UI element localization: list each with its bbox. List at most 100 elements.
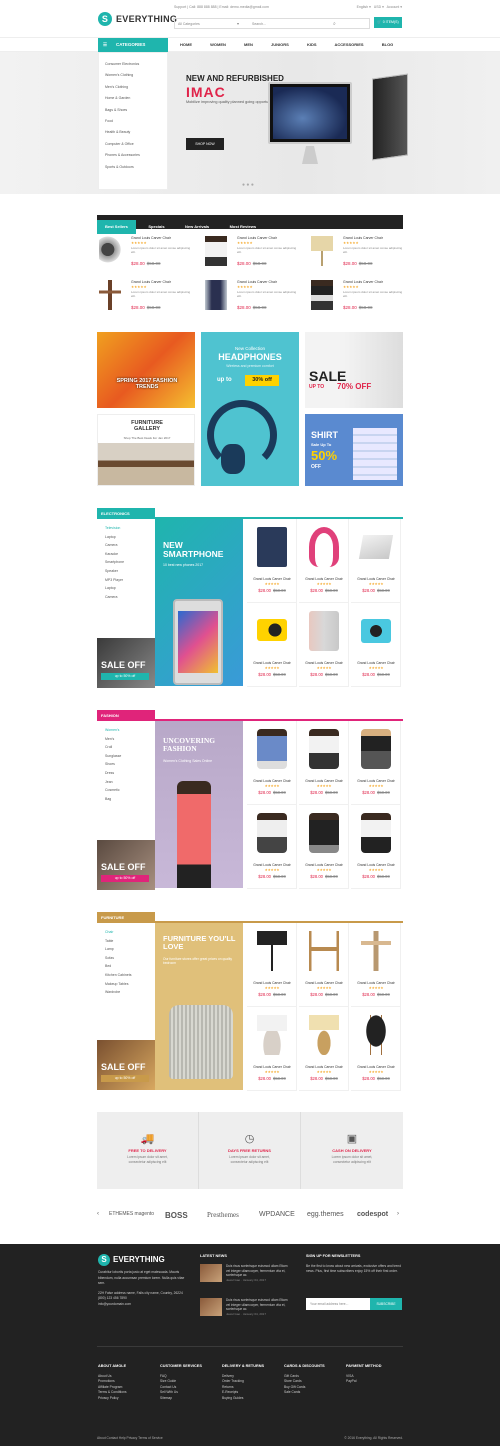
nav-women[interactable]: WOMEN	[210, 42, 226, 47]
news-item[interactable]: Duis risus scelerisque euismod ullam Eti…	[200, 1298, 292, 1318]
footer-logo[interactable]: S EVERYTHING	[98, 1254, 165, 1266]
brand-logo[interactable]: ETHEMES magento	[109, 1211, 154, 1217]
product-card[interactable]: Grand Louis Carver Chair ★★★★★ Lorem ips…	[203, 234, 303, 274]
top-links[interactable]: English ▾ USD ▾ Account ▾	[357, 5, 402, 9]
site-logo[interactable]: S EVERYTHING	[98, 12, 177, 26]
category-item[interactable]: Consumer Electronics	[105, 62, 161, 73]
brand-logo[interactable]: Presthemes	[207, 1211, 239, 1219]
product-card[interactable]: Grand Louis Carver Chair ★★★★★ $28.00 $58.0…	[247, 805, 297, 889]
category-link[interactable]: Sofas	[105, 956, 147, 965]
category-link[interactable]: Dress	[105, 771, 147, 780]
category-link[interactable]: Karaoke	[105, 552, 147, 561]
subscribe-button[interactable]: SUBSCRIBE	[370, 1298, 402, 1310]
sale-off-banner[interactable]: SALE OFF up to 50% off	[97, 638, 155, 688]
category-link[interactable]: Kitchen Cabinets	[105, 973, 147, 982]
footer-link[interactable]: Terms & Conditions	[98, 1390, 127, 1396]
news-item[interactable]: Duis risus scelerisque euismod ullam Eti…	[200, 1264, 292, 1284]
footer-link[interactable]: Privacy Policy	[98, 1396, 127, 1402]
footer-bottom-links[interactable]: About Contact Help Privacy Terms of Serv…	[97, 1436, 163, 1440]
category-link[interactable]: Camera	[105, 595, 147, 604]
footer-link[interactable]: Sale Cards	[284, 1390, 325, 1396]
category-link[interactable]: Camera	[105, 543, 147, 552]
product-card[interactable]: Grand Louis Carver Chair ★★★★★ $28.00 $58.0…	[299, 603, 349, 687]
fashion-promo[interactable]: UNCOVERING FASHION Women's Clothing Sale…	[155, 721, 243, 888]
category-link[interactable]: Laptop	[105, 535, 147, 544]
chevron-left-icon[interactable]: ‹	[97, 1211, 99, 1217]
brand-logo[interactable]: WPDANCE	[259, 1211, 295, 1218]
product-card[interactable]: Grand Louis Carver Chair ★★★★★ $28.00 $58.0…	[299, 1007, 349, 1091]
product-card[interactable]: Grand Louis Carver Chair ★★★★★ $28.00 $58.0…	[299, 721, 349, 805]
shop-now-button[interactable]: SHOP NOW	[186, 138, 224, 150]
product-card[interactable]: Grand Louis Carver Chair ★★★★★ Lorem ips…	[203, 278, 303, 318]
sale-banner[interactable]: SALE UP TO 70% OFF	[305, 332, 403, 408]
category-link[interactable]: Lamp	[105, 947, 147, 956]
tab-most-reviews[interactable]: Most Reviews	[222, 220, 264, 234]
search-input[interactable]: Search...	[252, 22, 266, 26]
category-link[interactable]: Chair	[105, 930, 147, 939]
footer-email-link[interactable]: info@yourdomain.com	[98, 1302, 190, 1308]
category-link[interactable]: MP3 Player	[105, 578, 147, 587]
slider-dots[interactable]: ● ● ●	[242, 182, 254, 188]
product-card[interactable]: Grand Louis Carver Chair ★★★★★ $28.00 $58.0…	[247, 923, 297, 1007]
product-card[interactable]: Grand Louis Carver Chair ★★★★★ $28.00 $58.0…	[351, 519, 401, 603]
category-link[interactable]: Cosmetic	[105, 788, 147, 797]
furniture-promo[interactable]: FURNITURE YOU'LL LOVE Our furniture stor…	[155, 923, 243, 1090]
product-card[interactable]: Grand Louis Carver Chair ★★★★★ $28.00 $58.0…	[351, 603, 401, 687]
brand-logo[interactable]: egg.themes	[307, 1211, 344, 1218]
tab-best-sellers[interactable]: Best Sellers	[97, 220, 136, 234]
search-icon[interactable]: ⌕	[333, 21, 336, 27]
brand-logo[interactable]: codespot	[357, 1211, 388, 1218]
category-item[interactable]: Food	[105, 119, 161, 130]
category-link[interactable]: Women's	[105, 728, 147, 737]
sale-off-banner[interactable]: SALE OFF up to 50% off	[97, 840, 155, 890]
product-card[interactable]: Grand Louis Carver Chair ★★★★★ $28.00 $58.0…	[351, 1007, 401, 1091]
category-link[interactable]: Table	[105, 939, 147, 948]
chevron-right-icon[interactable]: ›	[397, 1211, 399, 1217]
category-link[interactable]: Bag	[105, 797, 147, 806]
category-link[interactable]: Men's	[105, 737, 147, 746]
sale-off-banner[interactable]: SALE OFF up to 50% off	[97, 1040, 155, 1090]
nav-men[interactable]: MEN	[244, 42, 253, 47]
tab-new-arrivals[interactable]: New Arrivals	[177, 220, 217, 234]
footer-link[interactable]: Sitemap	[160, 1396, 202, 1402]
category-link[interactable]: Wardrobe	[105, 990, 147, 999]
category-link[interactable]: Laptop	[105, 586, 147, 595]
product-card[interactable]: Grand Louis Carver Chair ★★★★★ Lorem ips…	[309, 234, 409, 274]
product-card[interactable]: Grand Louis Carver Chair ★★★★★ Lorem ips…	[97, 278, 197, 318]
nav-home[interactable]: HOME	[180, 42, 192, 47]
category-item[interactable]: Phones & Accessories	[105, 153, 161, 164]
product-card[interactable]: Grand Louis Carver Chair ★★★★★ $28.00 $58.0…	[247, 519, 297, 603]
product-card[interactable]: Grand Louis Carver Chair ★★★★★ $28.00 $58.0…	[299, 923, 349, 1007]
category-link[interactable]: Speaker	[105, 569, 147, 578]
spring-fashion-banner[interactable]: SPRING 2017 FASHION TRENDS	[97, 332, 195, 408]
search-bar[interactable]: All Categories ▾ Search... ⌕	[174, 18, 370, 29]
newsletter-email-input[interactable]: Your email address here...	[306, 1298, 370, 1310]
headphones-banner[interactable]: New Collection HEADPHONES Wireless and p…	[201, 332, 299, 486]
category-item[interactable]: Health & Beauty	[105, 130, 161, 141]
nav-kids[interactable]: KIDS	[307, 42, 317, 47]
product-card[interactable]: Grand Louis Carver Chair ★★★★★ Lorem ips…	[97, 234, 197, 274]
category-item[interactable]: Computer & Office	[105, 142, 161, 153]
category-link[interactable]: Makeup Tables	[105, 982, 147, 991]
product-card[interactable]: Grand Louis Carver Chair ★★★★★ $28.00 $58.0…	[351, 721, 401, 805]
nav-accessories[interactable]: ACCESSORIES	[334, 42, 363, 47]
brand-logo[interactable]: BOSS	[165, 1211, 188, 1220]
category-item[interactable]: Home & Garden	[105, 96, 161, 107]
category-item[interactable]: Sports & Outdoors	[105, 165, 161, 176]
furniture-gallery-banner[interactable]: FURNITURE GALLERY Shop The Best Deals Fo…	[97, 414, 195, 486]
categories-toggle[interactable]: ☰ CATEGORIES	[98, 38, 168, 52]
category-link[interactable]: Smartphone	[105, 560, 147, 569]
category-link[interactable]: Shoes	[105, 762, 147, 771]
category-link[interactable]: Jean	[105, 780, 147, 789]
product-card[interactable]: Grand Louis Carver Chair ★★★★★ $28.00 $58.0…	[247, 1007, 297, 1091]
category-item[interactable]: Men's Clothing	[105, 85, 161, 96]
shirt-banner[interactable]: SHIRT Sale Up To 50% OFF	[305, 414, 403, 486]
product-card[interactable]: Grand Louis Carver Chair ★★★★★ $28.00 $58.0…	[299, 805, 349, 889]
product-card[interactable]: Grand Louis Carver Chair ★★★★★ $28.00 $58.0…	[351, 923, 401, 1007]
footer-link[interactable]: Buying Guides	[222, 1396, 264, 1402]
tab-specials[interactable]: Specials	[140, 220, 172, 234]
product-card[interactable]: Grand Louis Carver Chair ★★★★★ $28.00 $58.0…	[247, 721, 297, 805]
product-card[interactable]: Grand Louis Carver Chair ★★★★★ $28.00 $58.0…	[299, 519, 349, 603]
category-link[interactable]: Croll	[105, 745, 147, 754]
search-category-select[interactable]: All Categories	[178, 22, 200, 26]
